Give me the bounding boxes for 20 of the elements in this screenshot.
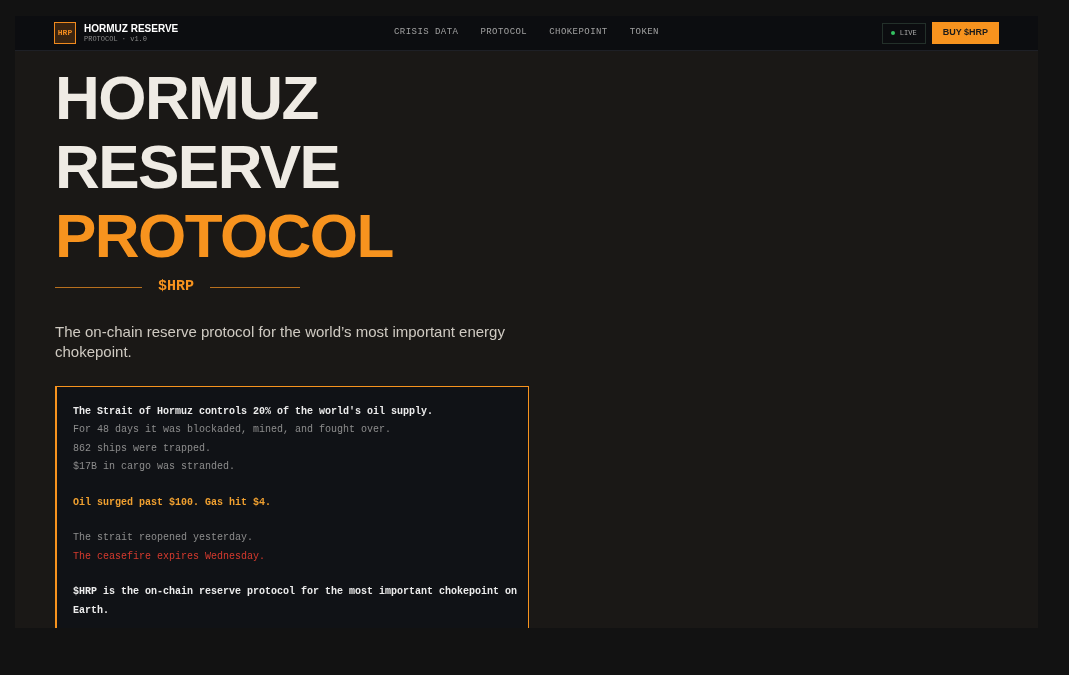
story-line: $17B in cargo was stranded. bbox=[73, 460, 237, 474]
nav-link[interactable]: PROTOCOL bbox=[480, 26, 528, 40]
hero-title: HORMUZ bbox=[55, 63, 319, 132]
token-ticker: $HRP bbox=[158, 277, 194, 297]
story-line: 862 ships were trapped. bbox=[73, 441, 213, 456]
story-line: The ceasefire expires Wednesday. bbox=[73, 549, 267, 564]
brand-name: HORMUZ RESERVE bbox=[84, 23, 179, 34]
nav-link[interactable]: CRISIS DATA bbox=[394, 26, 459, 40]
nav-link[interactable]: CHOKEPOINT bbox=[549, 26, 608, 40]
story-line: The strait reopened yesterday. bbox=[73, 531, 255, 545]
hero-subtitle: The on-chain reserve protocol for the world’s most important energy chokepoint. bbox=[55, 321, 506, 362]
hero-title: RESERVE bbox=[55, 132, 341, 201]
story-line: Oil surged past $100. Gas hit $4. bbox=[73, 495, 273, 510]
logo-badge: HRP bbox=[54, 22, 76, 44]
hero-title: PROTOCOL bbox=[55, 201, 394, 270]
story-line: For 48 days it was blockaded, mined, and fought over. bbox=[73, 423, 393, 437]
buy-button[interactable]: BUY $HRP bbox=[931, 22, 999, 44]
nav-link[interactable]: TOKEN bbox=[629, 26, 659, 40]
story-line: $HRP is the on-chain reserve protocol for the most important chokepoint on Earth. bbox=[73, 585, 518, 618]
story-line: The Strait of Hormuz controls 20% of the world's oil supply. bbox=[73, 404, 435, 419]
